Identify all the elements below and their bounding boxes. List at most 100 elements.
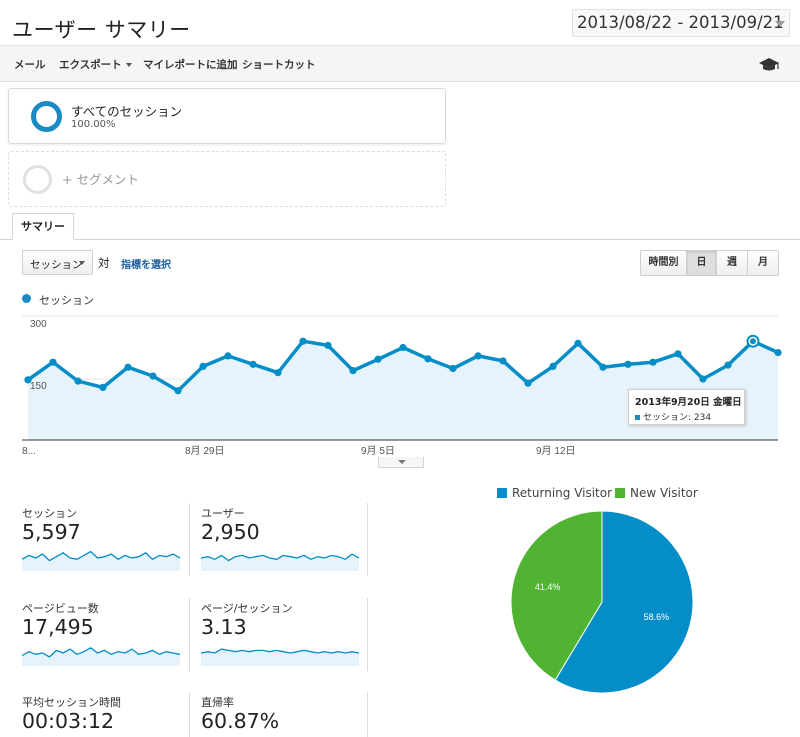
shortcut-button[interactable]: ショートカット	[242, 57, 316, 72]
visitor-type-pie-chart[interactable]: 58.6% 41.4%	[509, 509, 695, 695]
data-point	[374, 355, 382, 363]
chevron-down-icon	[775, 21, 785, 27]
data-point	[574, 339, 582, 347]
data-point	[199, 362, 207, 370]
metric-avg-session-duration[interactable]: 平均セッション時間 00:03:12	[22, 694, 182, 737]
metric-users[interactable]: ユーザー 2,950	[201, 505, 361, 577]
period-toggle: 時間別 日 週 月	[640, 250, 779, 276]
export-menu[interactable]: エクスポート	[59, 57, 132, 72]
period-week-button[interactable]: 週	[717, 251, 748, 275]
metric-divider	[367, 692, 368, 737]
pie-slice-label: 41.4%	[535, 582, 561, 592]
data-point	[99, 383, 107, 391]
sparkline-area	[22, 551, 180, 571]
pie-slice-label: 58.6%	[644, 612, 670, 622]
legend-swatch	[497, 488, 507, 498]
metric-sparkline	[22, 647, 180, 666]
data-point	[274, 369, 282, 377]
data-point	[549, 362, 557, 370]
x-tick-label: 9月 5日	[361, 445, 395, 457]
metric-label: 直帰率	[201, 696, 234, 709]
page-title: ユーザー サマリー	[12, 18, 191, 42]
chevron-down-icon	[398, 460, 406, 464]
metric-sparkline	[201, 648, 359, 666]
metric-sessions[interactable]: セッション 5,597	[22, 505, 182, 577]
add-to-dashboard-button[interactable]: マイレポートに追加	[143, 57, 238, 72]
metric-divider	[189, 503, 190, 576]
metric-select[interactable]: セッション	[22, 250, 93, 275]
metric-pageviews[interactable]: ページビュー数 17,495	[22, 600, 182, 672]
metric-select-value: セッション	[30, 259, 83, 271]
data-point	[649, 358, 657, 366]
email-button[interactable]: メール	[14, 57, 46, 72]
data-point	[424, 355, 432, 363]
metric-value: 00:03:12	[22, 709, 115, 733]
segment-name: すべてのセッション	[71, 104, 183, 119]
empty-ring-icon	[23, 165, 52, 194]
data-point	[674, 350, 682, 358]
data-point	[449, 364, 457, 373]
export-label: エクスポート	[59, 59, 122, 71]
sparkline-area	[22, 647, 180, 666]
metric-divider	[367, 503, 368, 576]
period-day-button[interactable]: 日	[687, 251, 717, 275]
segment-ring-icon	[31, 101, 62, 132]
report-toolbar: メール エクスポート マイレポートに追加 ショートカット	[0, 46, 800, 82]
highlight-point-core	[750, 338, 756, 345]
metric-value: 60.87%	[201, 709, 280, 733]
chevron-down-icon	[125, 63, 132, 67]
date-range-text: 2013/08/22 - 2013/09/21	[577, 13, 784, 32]
data-point	[74, 377, 82, 385]
metric-sparkline	[22, 550, 180, 571]
pie-legend-returning[interactable]: Returning Visitor	[497, 486, 612, 500]
metric-divider	[367, 598, 368, 671]
chart-expand-toggle[interactable]	[378, 457, 424, 468]
data-point	[724, 361, 732, 369]
x-tick-label: 9月 12日	[536, 445, 575, 457]
tooltip-row: セッション: 234	[635, 410, 738, 423]
select-metric-link[interactable]: 指標を選択	[121, 256, 171, 271]
data-point	[774, 348, 782, 357]
data-point	[174, 387, 182, 395]
chart-legend-label: セッション	[39, 294, 94, 307]
data-point	[624, 360, 632, 368]
data-point	[249, 360, 257, 368]
data-point	[124, 363, 132, 371]
metric-value: 3.13	[201, 615, 247, 639]
metric-label: ページ/セッション	[201, 602, 293, 615]
data-point	[399, 343, 407, 352]
x-tick-label: 8月 29日	[185, 445, 224, 457]
data-point	[299, 337, 307, 345]
metric-label: ユーザー	[201, 507, 245, 520]
data-point	[699, 375, 707, 383]
chevron-down-icon	[79, 261, 85, 265]
data-point	[149, 372, 157, 380]
metric-value: 2,950	[201, 520, 260, 544]
period-hourly-button[interactable]: 時間別	[641, 251, 687, 275]
metric-label: 平均セッション時間	[22, 696, 121, 709]
legend-swatch	[615, 488, 625, 498]
tab-summary[interactable]: サマリー	[12, 213, 74, 240]
segment-percent: 100.00%	[71, 119, 116, 130]
add-segment-label: + セグメント	[62, 172, 139, 187]
date-range-picker[interactable]: 2013/08/22 - 2013/09/21	[572, 9, 790, 37]
data-point	[474, 352, 482, 360]
graduation-cap-icon[interactable]	[758, 57, 780, 73]
data-point	[524, 379, 532, 387]
add-segment-button[interactable]: + セグメント	[8, 151, 446, 207]
x-tick-label: 8...	[22, 446, 36, 457]
pie-legend-new[interactable]: New Visitor	[615, 486, 698, 500]
sessions-line-chart[interactable]: 300 150 8... 8月 29日 9月 5日 9月 12日	[0, 310, 800, 460]
metric-divider	[189, 598, 190, 671]
vs-label: 対	[98, 256, 110, 270]
metric-pages-per-session[interactable]: ページ/セッション 3.13	[201, 600, 361, 672]
tooltip-date: 2013年9月20日 金曜日	[635, 397, 742, 408]
metric-label: セッション	[22, 507, 77, 520]
data-point	[224, 352, 232, 360]
period-month-button[interactable]: 月	[748, 251, 778, 275]
data-point	[324, 341, 332, 349]
title-bar: ユーザー サマリー 2013/08/22 - 2013/09/21	[0, 0, 800, 46]
legend-dot-icon	[22, 294, 31, 303]
segment-all-sessions[interactable]: すべてのセッション 100.00%	[8, 88, 446, 144]
metric-bounce-rate[interactable]: 直帰率 60.87%	[201, 694, 361, 737]
